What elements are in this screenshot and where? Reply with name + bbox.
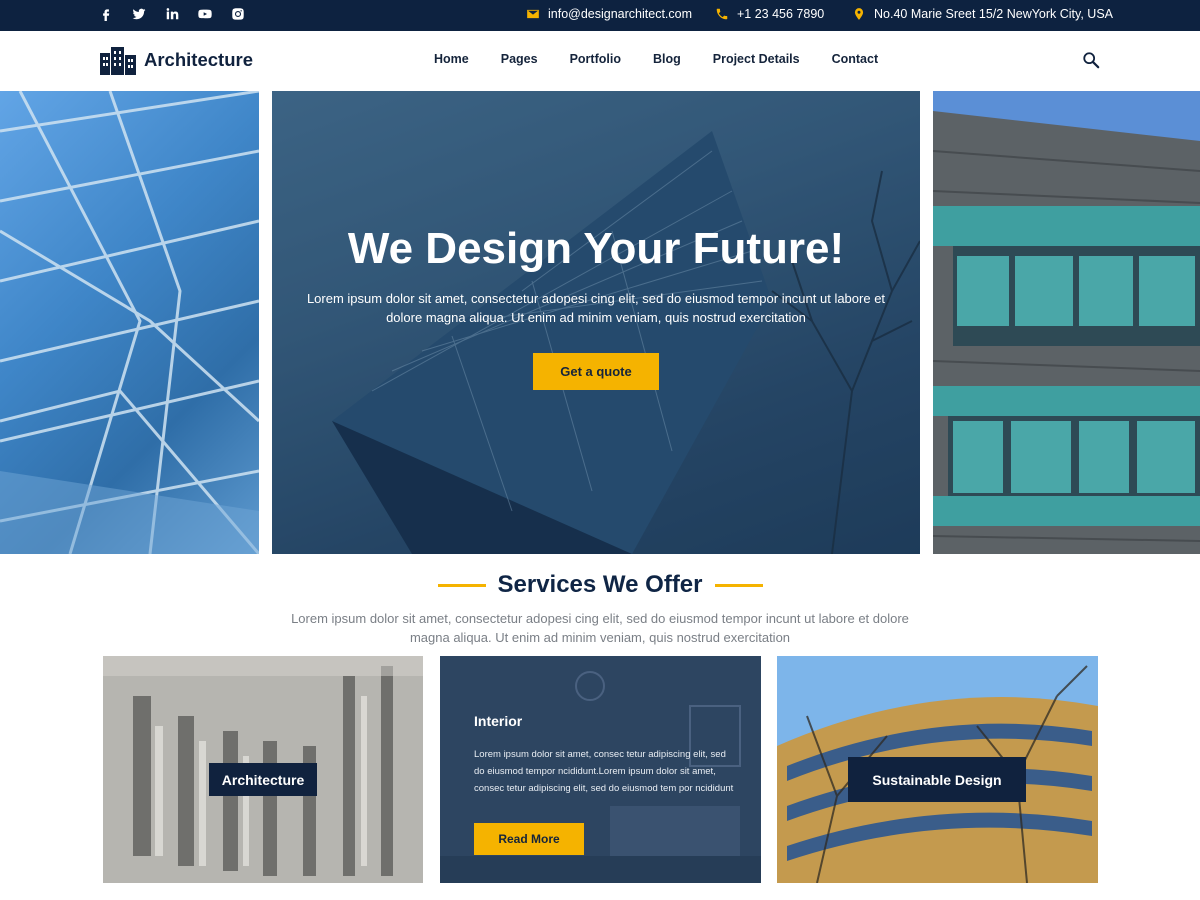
services-heading: Services We Offer — [0, 568, 1200, 602]
heading-decor-line-right — [714, 583, 763, 587]
logo[interactable]: Architecture — [100, 45, 253, 75]
nav-portfolio[interactable]: Portfolio — [570, 52, 621, 66]
nav-contact[interactable]: Contact — [832, 52, 879, 66]
services-subtitle: Lorem ipsum dolor sit amet, consectetur … — [291, 611, 909, 645]
card-text-interior: Lorem ipsum dolor sit amet, consec tetur… — [474, 749, 734, 794]
hero-left-image — [0, 91, 259, 554]
twitter-icon[interactable] — [131, 6, 147, 22]
search-icon[interactable] — [1082, 51, 1100, 69]
hero-subtitle: Lorem ipsum dolor sit amet, consectetur … — [306, 291, 886, 325]
office-facade-graphic — [933, 91, 1200, 542]
logo-text: Architecture — [144, 49, 253, 70]
nav-pages[interactable]: Pages — [501, 52, 538, 66]
card-title-interior: Interior — [474, 713, 523, 729]
card-label-sustainable-design: Sustainable Design — [848, 757, 1026, 802]
envelope-icon — [527, 9, 539, 19]
services-title: Services We Offer — [497, 571, 703, 598]
service-card-interior[interactable]: Interior Lorem ipsum dolor sit amet, con… — [440, 656, 761, 883]
email-text: info@designarchitect.com — [548, 7, 693, 21]
heading-decor-line-left — [437, 583, 486, 587]
nav-project-details[interactable]: Project Details — [713, 52, 800, 66]
card-label-architecture: Architecture — [209, 763, 317, 796]
instagram-icon[interactable] — [230, 6, 246, 22]
get-quote-button[interactable]: Get a quote — [533, 353, 659, 390]
map-pin-icon — [854, 8, 864, 20]
hero-right-image — [933, 91, 1200, 554]
social-links — [98, 6, 246, 22]
email-contact[interactable]: info@designarchitect.com — [526, 7, 692, 21]
address-text: No.40 Marie Sreet 15/2 NewYork City, USA — [874, 7, 1113, 21]
nav-menu: Home Pages Portfolio Blog Project Detail… — [434, 52, 878, 66]
facebook-icon[interactable] — [98, 6, 114, 22]
top-bar: info@designarchitect.com +1 23 456 7890 … — [0, 0, 1200, 31]
address-contact: No.40 Marie Sreet 15/2 NewYork City, USA — [852, 7, 1113, 21]
building-logo-icon — [100, 47, 136, 75]
linkedin-icon[interactable] — [164, 6, 180, 22]
hero-title: We Design Your Future! — [347, 224, 845, 273]
youtube-icon[interactable] — [197, 6, 213, 22]
service-card-architecture[interactable]: Architecture — [103, 656, 423, 883]
phone-icon — [716, 8, 728, 20]
hero-banner: We Design Your Future! Lorem ipsum dolor… — [272, 91, 920, 554]
glass-dome-graphic — [0, 91, 259, 554]
phone-text: +1 23 456 7890 — [737, 7, 825, 21]
nav-blog[interactable]: Blog — [653, 52, 681, 66]
phone-contact[interactable]: +1 23 456 7890 — [715, 7, 824, 21]
main-navbar: Architecture Home Pages Portfolio Blog P… — [0, 31, 1200, 90]
read-more-button[interactable]: Read More — [474, 823, 584, 855]
nav-home[interactable]: Home — [434, 52, 469, 66]
service-card-sustainable-design[interactable]: Sustainable Design — [777, 656, 1098, 883]
